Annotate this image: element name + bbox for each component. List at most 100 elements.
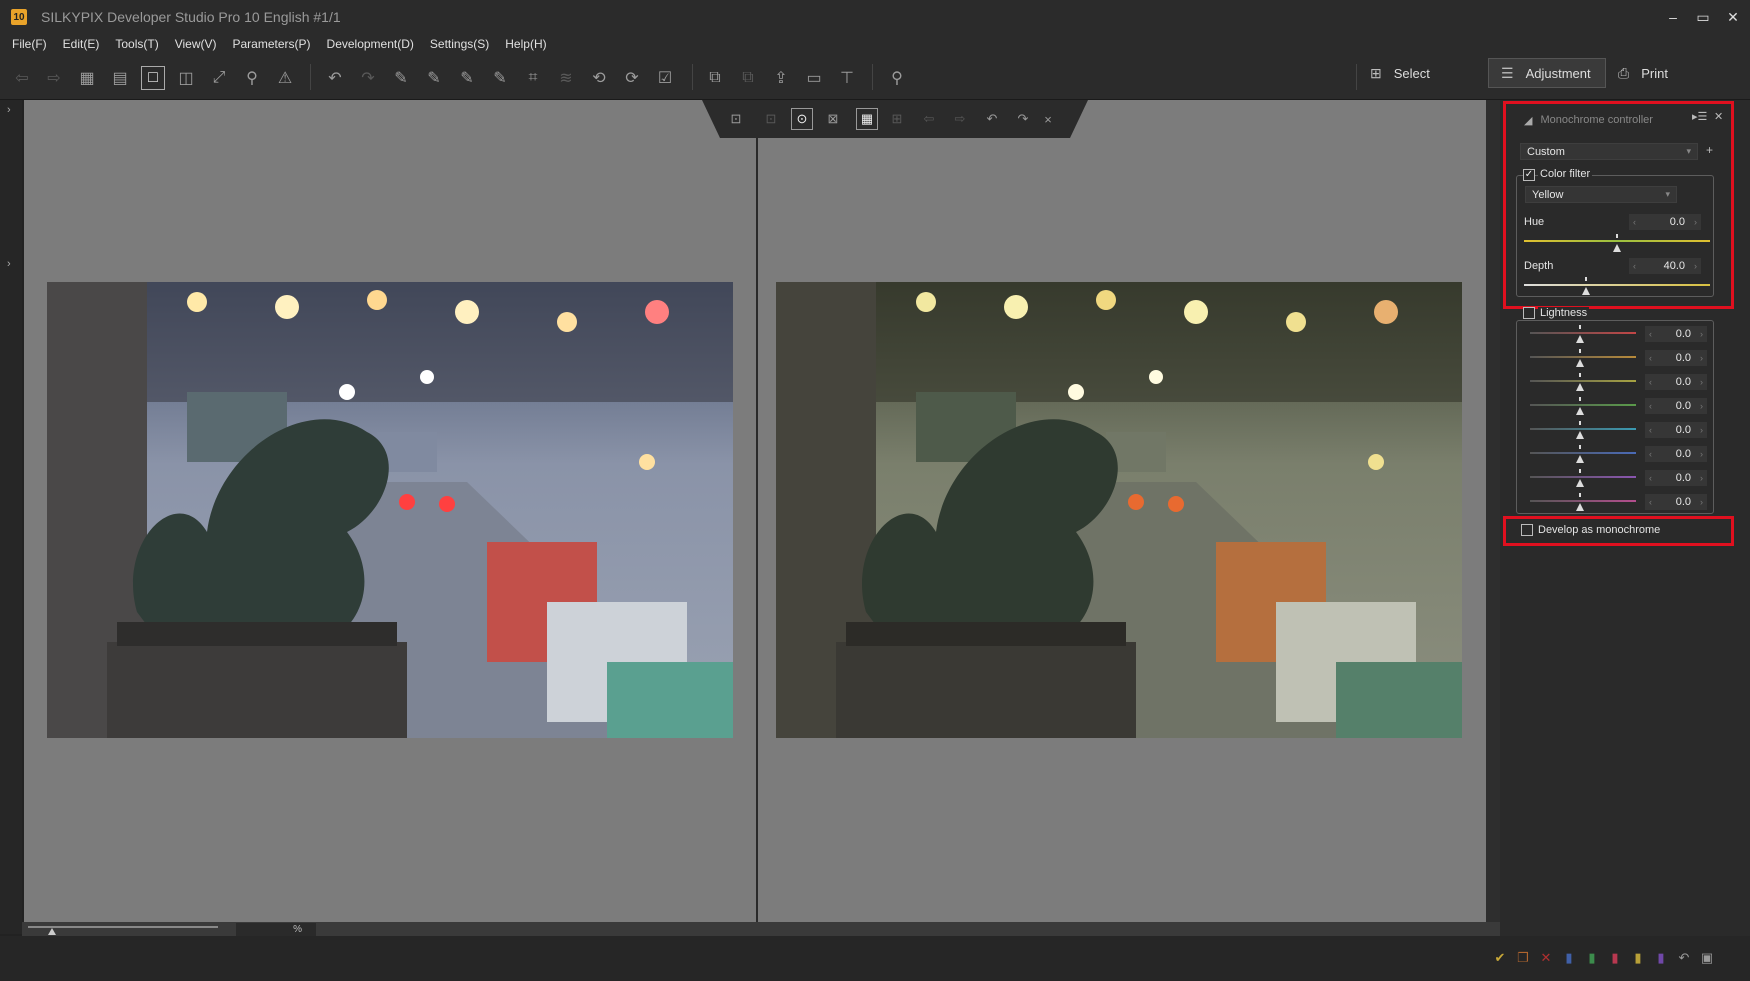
expand-panel-icon[interactable]: › <box>7 258 11 270</box>
zoom-percent-field[interactable]: % <box>236 923 316 936</box>
menu-parameters[interactable]: Parameters(P) <box>233 37 311 51</box>
tag-blue-icon[interactable]: ▮ <box>1561 950 1577 966</box>
lightness-stepper[interactable]: ‹ 0.0 › <box>1645 422 1707 438</box>
menu-settings[interactable]: Settings(S) <box>430 37 489 51</box>
lightness-stepper[interactable]: ‹ 0.0 › <box>1645 374 1707 390</box>
next-icon[interactable]: ⇨ <box>949 108 971 130</box>
lightness-slider[interactable] <box>1530 476 1636 478</box>
layers-icon[interactable]: ≋ <box>554 66 578 90</box>
zoom-slider-thumb[interactable] <box>48 928 56 935</box>
search-user-icon[interactable]: ⚲ <box>885 66 909 90</box>
rotate-left-icon[interactable]: ⟲ <box>587 66 611 90</box>
decrement-icon[interactable]: ‹ <box>1649 494 1652 510</box>
lightness-slider[interactable] <box>1530 452 1636 454</box>
next-image-icon[interactable]: ⇨ <box>42 66 66 90</box>
lightness-slider-thumb[interactable] <box>1576 325 1584 343</box>
crop-icon[interactable]: ⌗ <box>521 66 545 90</box>
tag-green-icon[interactable]: ▮ <box>1584 950 1600 966</box>
rotate-right-icon[interactable]: ↷ <box>1012 108 1034 130</box>
decrement-icon[interactable]: ‹ <box>1649 422 1652 438</box>
minimize-button[interactable]: – <box>1658 0 1688 34</box>
lightness-stepper[interactable]: ‹ 0.0 › <box>1645 446 1707 462</box>
fit-view-icon[interactable]: ⊙ <box>791 108 813 130</box>
thumbnail-grid-icon[interactable]: ▦ <box>75 66 99 90</box>
split-view-icon[interactable]: ▦ <box>856 108 878 130</box>
lightness-slider[interactable] <box>1530 500 1636 502</box>
lightness-slider-thumb[interactable] <box>1576 493 1584 511</box>
decrement-icon[interactable]: ‹ <box>1649 350 1652 366</box>
pipette-highlight-icon[interactable]: ✎ <box>488 66 512 90</box>
close-icon[interactable]: × <box>1037 108 1059 130</box>
close-button[interactable]: ✕ <box>1718 0 1748 34</box>
lightness-slider-thumb[interactable] <box>1576 349 1584 367</box>
menu-tools[interactable]: Tools(T) <box>115 37 158 51</box>
prev-image-icon[interactable]: ⇦ <box>10 66 34 90</box>
increment-icon[interactable]: › <box>1700 374 1703 390</box>
paste-params-icon[interactable]: ⧉ <box>736 66 760 90</box>
increment-icon[interactable]: › <box>1700 422 1703 438</box>
decrement-icon[interactable]: ‹ <box>1649 326 1652 342</box>
lightness-stepper[interactable]: ‹ 0.0 › <box>1645 326 1707 342</box>
lightness-slider-thumb[interactable] <box>1576 469 1584 487</box>
mark-done-icon[interactable]: ☑ <box>653 66 677 90</box>
print-mode-button[interactable]: ⎙ Print <box>1618 58 1668 88</box>
copy-params-icon[interactable]: ⧉ <box>703 66 727 90</box>
expand-panel-icon[interactable]: › <box>7 104 11 116</box>
redo-icon[interactable]: ↷ <box>356 66 380 90</box>
vertical-scrollbar[interactable] <box>1486 100 1500 922</box>
lightness-slider[interactable] <box>1530 356 1636 358</box>
grid-view-icon[interactable]: ⊞ <box>886 108 908 130</box>
increment-icon[interactable]: › <box>1700 326 1703 342</box>
increment-icon[interactable]: › <box>1700 446 1703 462</box>
rotate-left-icon[interactable]: ↶ <box>981 108 1003 130</box>
pipette-skin-icon[interactable]: ✎ <box>455 66 479 90</box>
prev-icon[interactable]: ⇦ <box>918 108 940 130</box>
zoom-icon[interactable]: ⚲ <box>240 66 264 90</box>
pipette-white-balance-icon[interactable]: ✎ <box>389 66 413 90</box>
reject-icon[interactable]: ✕ <box>1538 950 1554 966</box>
menu-view[interactable]: View(V) <box>175 37 217 51</box>
lightness-checkbox[interactable] <box>1523 307 1535 319</box>
lightness-slider-thumb[interactable] <box>1576 397 1584 415</box>
undo-icon[interactable]: ↶ <box>323 66 347 90</box>
tools-icon[interactable]: ⊤ <box>835 66 859 90</box>
decrement-icon[interactable]: ‹ <box>1649 374 1652 390</box>
fullscreen-icon[interactable]: ⤢ <box>207 66 231 90</box>
menu-file[interactable]: File(F) <box>12 37 47 51</box>
lightness-slider[interactable] <box>1530 404 1636 406</box>
decrement-icon[interactable]: ‹ <box>1649 446 1652 462</box>
develop-monochrome-checkbox[interactable] <box>1521 524 1533 536</box>
adjustment-mode-button[interactable]: ☰ Adjustment <box>1488 58 1606 88</box>
lightness-slider-thumb[interactable] <box>1576 373 1584 391</box>
lightness-stepper[interactable]: ‹ 0.0 › <box>1645 470 1707 486</box>
warning-icon[interactable]: ⚠ <box>273 66 297 90</box>
lightness-stepper[interactable]: ‹ 0.0 › <box>1645 350 1707 366</box>
lightness-slider-thumb[interactable] <box>1576 445 1584 463</box>
actual-size-icon[interactable]: ⊠ <box>822 108 844 130</box>
lightness-slider[interactable] <box>1530 380 1636 382</box>
lightness-slider-thumb[interactable] <box>1576 421 1584 439</box>
increment-icon[interactable]: › <box>1700 350 1703 366</box>
increment-icon[interactable]: › <box>1700 470 1703 486</box>
tag-yellow-icon[interactable]: ▮ <box>1630 950 1646 966</box>
copy-icon[interactable]: ❐ <box>1515 950 1531 966</box>
increment-icon[interactable]: › <box>1700 494 1703 510</box>
check-icon[interactable]: ✔ <box>1492 950 1508 966</box>
menu-development[interactable]: Development(D) <box>327 37 414 51</box>
undo-icon[interactable]: ↶ <box>1676 950 1692 966</box>
decrement-icon[interactable]: ‹ <box>1649 470 1652 486</box>
single-view-icon[interactable]: □ <box>141 66 165 90</box>
lightness-stepper[interactable]: ‹ 0.0 › <box>1645 398 1707 414</box>
select-mode-button[interactable]: ⊞ Select <box>1370 58 1430 88</box>
compare-view-icon[interactable]: ◫ <box>174 66 198 90</box>
menu-edit[interactable]: Edit(E) <box>63 37 100 51</box>
tag-purple-icon[interactable]: ▮ <box>1653 950 1669 966</box>
sync-view-icon[interactable]: ⊡ <box>725 108 747 130</box>
lightness-stepper[interactable]: ‹ 0.0 › <box>1645 494 1707 510</box>
tag-red-icon[interactable]: ▮ <box>1607 950 1623 966</box>
decrement-icon[interactable]: ‹ <box>1649 398 1652 414</box>
menu-help[interactable]: Help(H) <box>505 37 546 51</box>
display-icon[interactable]: ▭ <box>802 66 826 90</box>
pipette-gray-icon[interactable]: ✎ <box>422 66 446 90</box>
rotate-right-icon[interactable]: ⟳ <box>620 66 644 90</box>
